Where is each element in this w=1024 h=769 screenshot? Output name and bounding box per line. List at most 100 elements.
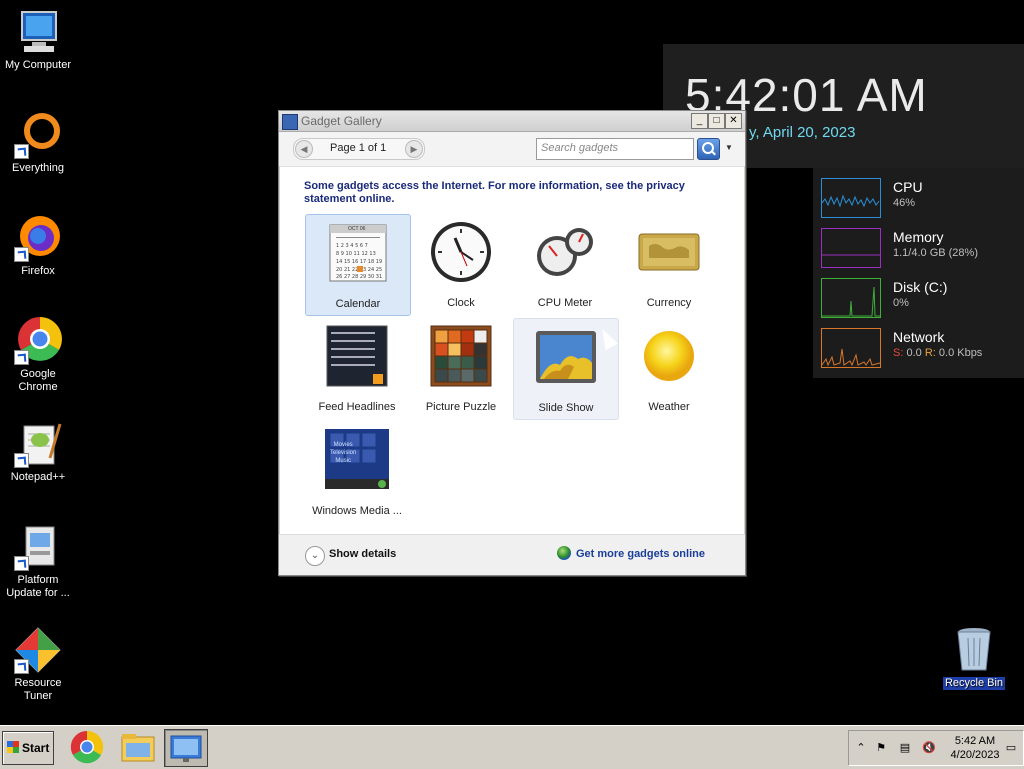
chevron-down-icon[interactable]: ▼ bbox=[725, 143, 733, 152]
previous-page-button[interactable]: ◀ bbox=[295, 140, 313, 158]
gadget-name: Slide Show bbox=[538, 402, 594, 414]
start-button[interactable]: Start bbox=[2, 731, 54, 765]
perf-row-cpu: CPU 46% bbox=[821, 178, 1021, 220]
gadget-calendar[interactable]: 1 2 3 4 5 6 7 8 9 10 11 12 13 14 15 16 17 … bbox=[305, 214, 411, 316]
perf-title: CPU bbox=[893, 179, 923, 195]
perf-value: S: 0.0 R: 0.0 Kbps bbox=[893, 347, 982, 359]
shortcut-arrow-icon bbox=[14, 350, 29, 365]
volume-muted-icon[interactable]: 🔇 bbox=[921, 741, 937, 755]
search-placeholder: Search gadgets bbox=[541, 142, 619, 154]
gadget-cpu-meter[interactable]: CPU Meter bbox=[513, 214, 617, 314]
taskbar-gadgets[interactable] bbox=[164, 729, 208, 767]
gadget-currency[interactable]: Currency bbox=[617, 214, 721, 314]
shortcut-arrow-icon bbox=[14, 453, 29, 468]
desktop-icon-resource-tuner[interactable]: Resource Tuner bbox=[0, 626, 76, 703]
picture-puzzle-icon bbox=[429, 324, 493, 388]
windows-flag-icon bbox=[7, 741, 19, 753]
desktop-icon-recycle-bin[interactable]: Recycle Bin bbox=[936, 626, 1012, 690]
gadget-clock[interactable]: Clock bbox=[409, 214, 513, 314]
desktop-icon-label: Recycle Bin bbox=[942, 677, 1006, 690]
performance-gadget[interactable]: CPU 46% Memory 1.1/4.0 GB (28%) Disk (C:… bbox=[813, 168, 1024, 378]
show-details-label[interactable]: Show details bbox=[329, 548, 396, 560]
desktop-icon-label: Everything bbox=[12, 162, 64, 174]
feed-headlines-icon bbox=[325, 324, 389, 388]
desktop-icon-google-chrome[interactable]: Google Chrome bbox=[0, 317, 76, 394]
chrome-icon bbox=[70, 730, 104, 764]
network-graph bbox=[821, 328, 881, 368]
pager: ◀ Page 1 of 1 ▶ bbox=[293, 138, 425, 160]
gadget-feed-headlines[interactable]: Feed Headlines bbox=[305, 318, 409, 418]
clock-date: y, April 20, 2023 bbox=[749, 124, 856, 141]
gadget-name: Feed Headlines bbox=[318, 401, 396, 413]
gadget-name: Picture Puzzle bbox=[425, 401, 497, 413]
network-send-value: 0.0 bbox=[906, 347, 922, 359]
minimize-button[interactable]: _ bbox=[691, 113, 708, 129]
installer-icon bbox=[14, 523, 62, 571]
show-desktop-icon[interactable]: ▭ bbox=[1003, 741, 1019, 755]
perf-value: 0% bbox=[893, 297, 909, 309]
search-button[interactable] bbox=[697, 138, 720, 160]
network-recv-value: 0.0 Kbps bbox=[938, 347, 983, 359]
action-center-flag-icon[interactable]: ⚑ bbox=[873, 741, 889, 755]
desktop-icon-label: Platform Update for ... bbox=[6, 574, 70, 599]
desktop-icon-everything[interactable]: Everything bbox=[0, 111, 76, 175]
chevron-up-icon[interactable]: ⌃ bbox=[853, 741, 869, 755]
get-more-gadgets-link[interactable]: Get more gadgets online bbox=[576, 548, 705, 560]
perf-title: Memory bbox=[893, 229, 944, 245]
media-menu-item: Music bbox=[335, 458, 352, 464]
desktop-icon-firefox[interactable]: Firefox bbox=[0, 214, 76, 278]
currency-icon bbox=[637, 220, 701, 284]
desktop-icon-label: My Computer bbox=[4, 59, 72, 71]
gadget-name: CPU Meter bbox=[537, 297, 593, 309]
window-title: Gadget Gallery bbox=[301, 114, 382, 128]
desktop-icon-notepadpp[interactable]: Notepad++ bbox=[0, 420, 76, 484]
calendar-month: OCT 06 bbox=[348, 226, 366, 232]
search-input[interactable]: Search gadgets bbox=[536, 138, 694, 160]
cpu-graph bbox=[821, 178, 881, 218]
weather-sun-icon bbox=[637, 324, 701, 388]
svg-text:14 15 16 17 18 19: 14 15 16 17 18 19 bbox=[336, 259, 382, 265]
expand-details-button[interactable]: ⌄ bbox=[305, 546, 325, 566]
perf-row-disk: Disk (C:) 0% bbox=[821, 278, 1021, 320]
clock-icon bbox=[429, 220, 493, 284]
gadgets-icon bbox=[170, 735, 202, 762]
chrome-icon bbox=[14, 317, 62, 365]
tray-time: 5:42 AM bbox=[954, 735, 996, 747]
taskbar-chrome[interactable] bbox=[66, 729, 108, 765]
taskbar: Start ⌃ ⚑ ▤ 🔇 5:42 AM 4/20/2023 ▭ bbox=[0, 725, 1024, 769]
maximize-button[interactable]: □ bbox=[708, 113, 725, 129]
close-button[interactable]: ✕ bbox=[725, 113, 742, 129]
desktop-icon-platform-update[interactable]: Platform Update for ... bbox=[0, 523, 76, 600]
folder-icon bbox=[121, 734, 155, 762]
globe-icon bbox=[557, 546, 571, 560]
desktop-icon-my-computer[interactable]: My Computer bbox=[0, 8, 76, 72]
shortcut-arrow-icon bbox=[14, 556, 29, 571]
my-computer-icon bbox=[14, 8, 62, 56]
internet-notice[interactable]: Some gadgets access the Internet. For mo… bbox=[304, 180, 724, 206]
gallery-footer: ⌄ Show details Get more gadgets online bbox=[279, 534, 745, 575]
next-page-button[interactable]: ▶ bbox=[405, 140, 423, 158]
cpu-meter-icon bbox=[533, 220, 597, 284]
calendar-icon: 1 2 3 4 5 6 7 8 9 10 11 12 13 14 15 16 17 … bbox=[326, 221, 390, 285]
title-bar[interactable]: Gadget Gallery _ □ ✕ bbox=[279, 111, 745, 132]
media-center-icon: Movies Television Music bbox=[324, 427, 390, 491]
resource-tuner-icon bbox=[14, 626, 62, 674]
perf-value: 46% bbox=[893, 197, 916, 209]
desktop-icon-label: Google Chrome bbox=[18, 368, 58, 393]
network-recv-label: R: bbox=[924, 347, 936, 359]
recycle-bin-icon bbox=[950, 626, 998, 674]
desktop-icon-label: Notepad++ bbox=[10, 471, 66, 483]
gadget-windows-media-center[interactable]: Movies Television Music Windows Media ..… bbox=[305, 422, 409, 522]
network-icon[interactable]: ▤ bbox=[897, 741, 913, 755]
perf-title: Disk (C:) bbox=[893, 279, 948, 295]
everything-icon bbox=[14, 111, 62, 159]
gadget-picture-puzzle[interactable]: Picture Puzzle bbox=[409, 318, 513, 418]
perf-row-memory: Memory 1.1/4.0 GB (28%) bbox=[821, 228, 1021, 270]
tray-clock[interactable]: 5:42 AM 4/20/2023 bbox=[949, 734, 1001, 762]
taskbar-file-explorer[interactable] bbox=[116, 729, 158, 765]
firefox-icon bbox=[14, 214, 62, 262]
media-center-menu: Movies Television Music bbox=[330, 441, 356, 465]
gadget-name: Weather bbox=[648, 401, 690, 413]
perf-title: Network bbox=[893, 329, 945, 345]
gadget-weather[interactable]: Weather bbox=[617, 318, 721, 418]
